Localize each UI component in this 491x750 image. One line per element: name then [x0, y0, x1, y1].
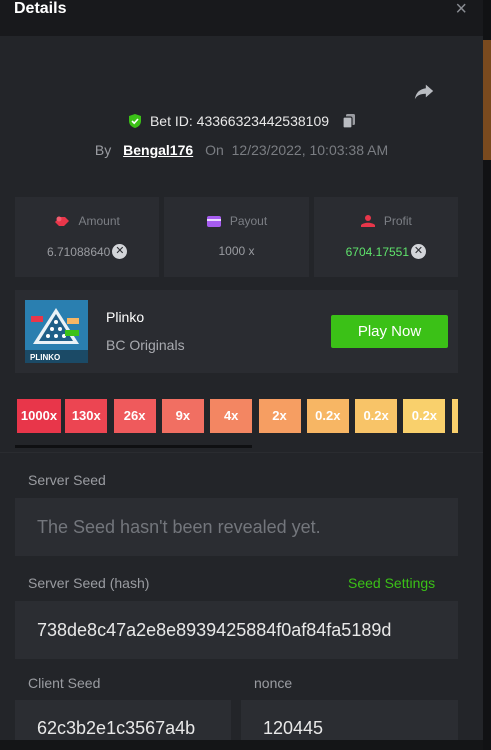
on-label: On	[205, 142, 224, 158]
profit-label: Profit	[383, 214, 412, 228]
username-link[interactable]: Bengal176	[123, 142, 193, 158]
bet-details-modal: Details × Bet ID: 43366323442538109 By B…	[0, 0, 483, 750]
modal-header: Details ×	[0, 0, 483, 36]
server-seed-field[interactable]: The Seed hasn't been revealed yet.	[15, 498, 458, 556]
bet-id: Bet ID: 43366323442538109	[149, 113, 330, 129]
server-seed-label: Server Seed	[28, 472, 106, 488]
play-now-button[interactable]: Play Now	[331, 315, 448, 348]
server-hash-field[interactable]: 738de8c47a2e8e8939425884f0af84fa5189d	[15, 601, 458, 659]
copy-icon[interactable]	[342, 113, 356, 129]
multiplier-chip: 0.2x	[306, 399, 349, 433]
divider	[0, 452, 483, 453]
verified-shield-icon	[128, 114, 141, 128]
plinko-thumbnail[interactable]: PLINKO	[25, 300, 88, 363]
plinko-thumbnail-art: PLINKO	[25, 300, 88, 363]
payout-label: Payout	[229, 214, 268, 228]
multiplier-chip: 0.2x	[355, 399, 398, 433]
multiplier-chip: 1000x	[17, 399, 61, 433]
amount-label: Amount	[78, 214, 120, 228]
bet-id-row: Bet ID: 43366323442538109	[0, 113, 483, 129]
bet-byline: By Bengal176 On 12/23/2022, 10:03:38 AM	[0, 142, 483, 158]
multiplier-chip-partial	[451, 399, 458, 433]
by-label: By	[94, 142, 112, 158]
game-name: Plinko	[106, 309, 145, 325]
nonce-label: nonce	[254, 675, 293, 691]
profit-value: 6704.17551	[345, 244, 410, 259]
multiplier-chip: 26x	[113, 399, 156, 433]
currency-icon: ✕	[112, 244, 128, 259]
payout-stat: Payout 1000 x	[164, 197, 309, 277]
payout-value: 1000 x	[218, 244, 255, 258]
bet-stats: Amount 6.71088640 ✕ Payout 1000 x Profit…	[15, 197, 458, 277]
multiplier-chip: 4x	[210, 399, 253, 433]
backdrop-edge	[483, 0, 491, 750]
multiplier-row[interactable]: 1000x 130x 26x 9x 4x 2x 0.2x 0.2x 0.2x	[17, 399, 458, 433]
currency-icon: ✕	[411, 244, 427, 259]
close-icon[interactable]: ×	[455, 0, 467, 21]
multiplier-chip: 0.2x	[403, 399, 446, 433]
amount-value: 6.71088640	[46, 244, 111, 259]
amount-stat: Amount 6.71088640 ✕	[15, 197, 160, 277]
profit-stat: Profit 6704.17551 ✕	[313, 197, 458, 277]
amount-icon	[55, 216, 70, 226]
wallet-icon	[206, 216, 221, 227]
game-card: PLINKO Plinko BC Originals Play Now	[15, 290, 458, 373]
seed-settings-link[interactable]: Seed Settings	[348, 575, 435, 591]
multiplier-chip: 130x	[65, 399, 108, 433]
modal-title: Details	[14, 0, 67, 17]
multiplier-chip: 9x	[161, 399, 204, 433]
client-seed-label: Client Seed	[28, 675, 101, 691]
game-provider: BC Originals	[106, 337, 185, 353]
bottom-bar	[0, 740, 483, 750]
server-hash-label: Server Seed (hash)	[28, 575, 150, 591]
multiplier-scrollbar[interactable]	[15, 445, 252, 448]
bet-datetime: 12/23/2022, 10:03:38 AM	[231, 142, 389, 158]
thumb-label: PLINKO	[30, 353, 60, 362]
profit-icon	[360, 215, 375, 227]
share-icon[interactable]	[413, 80, 435, 102]
multiplier-chip: 2x	[258, 399, 301, 433]
